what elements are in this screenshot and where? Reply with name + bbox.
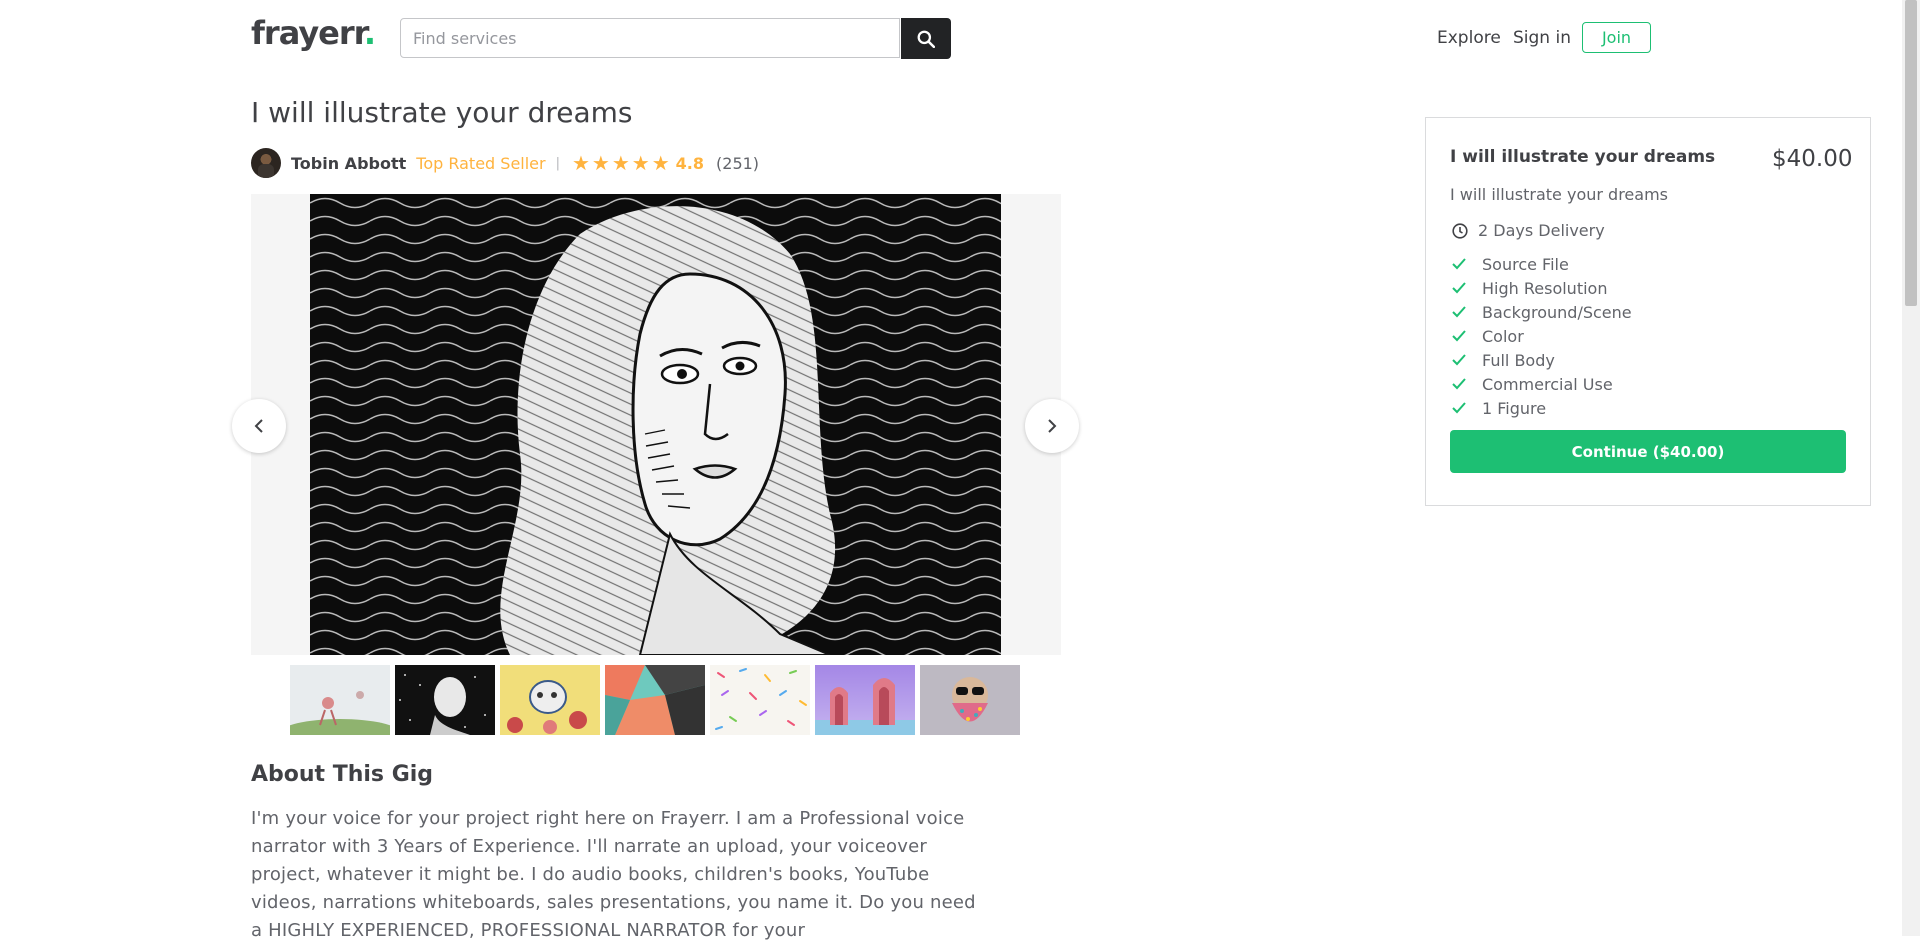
- gallery-thumbnail[interactable]: [290, 665, 390, 735]
- gallery-thumbnail[interactable]: [815, 665, 915, 735]
- package-features: Source File High Resolution Background/S…: [1452, 252, 1632, 420]
- check-icon: [1452, 258, 1468, 270]
- logo-dot: .: [363, 14, 376, 52]
- chevron-left-icon: [254, 419, 263, 433]
- package-title: I will illustrate your dreams: [1450, 147, 1716, 167]
- page-scrollbar[interactable]: [1902, 0, 1920, 936]
- gallery-thumbnail[interactable]: [710, 665, 810, 735]
- feature-label: Commercial Use: [1482, 374, 1613, 394]
- seller-separator: |: [555, 155, 560, 171]
- gig-title: I will illustrate your dreams: [251, 96, 633, 129]
- check-icon: [1452, 330, 1468, 342]
- seller-level-badge: Top Rated Seller: [416, 153, 546, 173]
- seller-name[interactable]: Tobin Abbott: [291, 154, 406, 173]
- join-button[interactable]: Join: [1582, 22, 1651, 53]
- about-description: I'm your voice for your project right he…: [251, 808, 976, 941]
- gallery-thumbnails: [290, 665, 1020, 735]
- gallery-thumbnail[interactable]: [395, 665, 495, 735]
- feature-item: 1 Figure: [1452, 396, 1632, 420]
- logo-text: frayerr: [251, 14, 365, 52]
- star-rating: ★ ★ ★ ★ ★: [572, 153, 670, 173]
- nav-sign-in[interactable]: Sign in: [1513, 28, 1571, 48]
- check-icon: [1452, 282, 1468, 294]
- gallery-main-image: [310, 194, 1001, 655]
- delivery-time: 2 Days Delivery: [1452, 221, 1605, 240]
- feature-item: High Resolution: [1452, 276, 1632, 300]
- chevron-right-icon: [1048, 419, 1057, 433]
- continue-button[interactable]: Continue ($40.00): [1450, 430, 1846, 473]
- check-icon: [1452, 306, 1468, 318]
- delivery-label: 2 Days Delivery: [1478, 221, 1605, 240]
- star-icon: ★: [591, 151, 610, 175]
- scrollbar-thumb[interactable]: [1905, 0, 1917, 306]
- feature-label: Color: [1482, 326, 1524, 346]
- gallery-thumbnail[interactable]: [605, 665, 705, 735]
- package-price: $40.00: [1772, 146, 1853, 172]
- check-icon: [1452, 402, 1468, 414]
- check-icon: [1452, 378, 1468, 390]
- search-icon: [917, 30, 935, 48]
- clock-icon: [1452, 222, 1468, 239]
- feature-item: Background/Scene: [1452, 300, 1632, 324]
- about-section-title: About This Gig: [251, 762, 434, 787]
- feature-label: Source File: [1482, 254, 1569, 274]
- gallery-thumbnail[interactable]: [500, 665, 600, 735]
- star-icon: ★: [571, 151, 590, 175]
- feature-label: 1 Figure: [1482, 398, 1547, 418]
- feature-item: Full Body: [1452, 348, 1632, 372]
- rating-score: 4.8: [675, 153, 705, 173]
- site-logo[interactable]: frayerr.: [251, 14, 376, 52]
- gallery-thumbnail[interactable]: [920, 665, 1020, 735]
- gallery-prev-button[interactable]: [232, 399, 286, 453]
- search-button[interactable]: [901, 18, 951, 59]
- check-icon: [1452, 354, 1468, 366]
- feature-item: Color: [1452, 324, 1632, 348]
- feature-label: Full Body: [1482, 350, 1555, 370]
- search-box: [400, 18, 900, 58]
- feature-label: High Resolution: [1482, 278, 1608, 298]
- package-description: I will illustrate your dreams: [1450, 185, 1668, 204]
- star-icon: ★: [651, 151, 670, 175]
- seller-avatar[interactable]: [251, 148, 281, 178]
- seller-overview: Tobin Abbott Top Rated Seller | ★ ★ ★ ★ …: [251, 148, 759, 178]
- star-icon: ★: [611, 151, 630, 175]
- search-input[interactable]: [401, 19, 899, 57]
- ratings-count[interactable]: (251): [716, 154, 759, 173]
- gallery-next-button[interactable]: [1025, 399, 1079, 453]
- feature-item: Commercial Use: [1452, 372, 1632, 396]
- feature-label: Background/Scene: [1482, 302, 1632, 322]
- star-icon: ★: [631, 151, 650, 175]
- feature-item: Source File: [1452, 252, 1632, 276]
- nav-explore[interactable]: Explore: [1437, 28, 1501, 48]
